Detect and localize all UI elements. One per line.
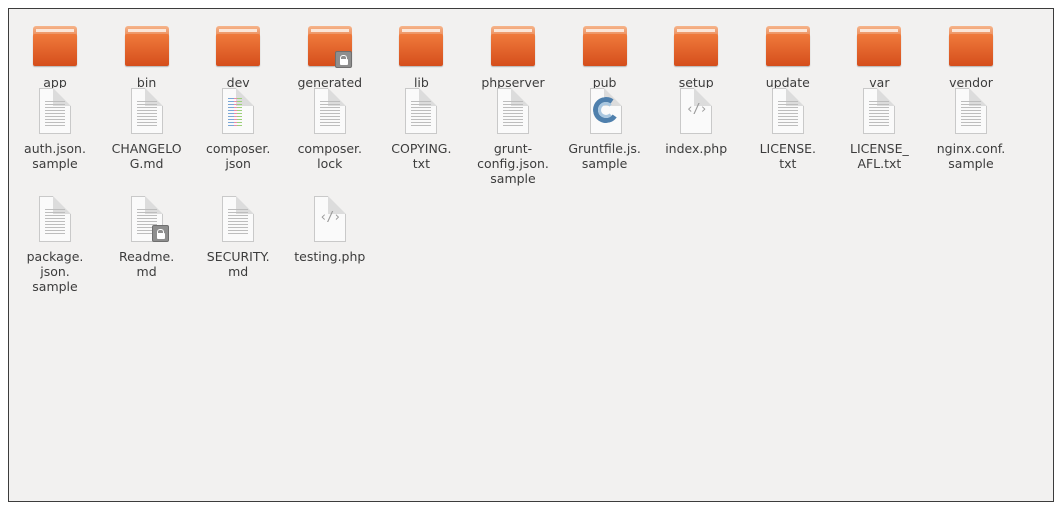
file-item-update[interactable]: update [742, 21, 834, 90]
file-name-label: composer. json [205, 141, 271, 171]
file-item-auth-json-sample[interactable]: auth.json. sample [9, 87, 101, 171]
file-item-index-php[interactable]: ‹/› index.php [650, 87, 742, 156]
text-file-icon [123, 195, 171, 243]
code-file-icon: ‹/› [672, 87, 720, 135]
text-file-icon [31, 87, 79, 135]
file-item-gruntfile-js-sample[interactable]: Gruntfile.js. sample [559, 87, 651, 171]
file-item-testing-php[interactable]: ‹/› testing.php [284, 195, 376, 264]
file-browser-view: app bin dev generated lib phpserver pub setup up… [8, 8, 1054, 502]
lock-icon [334, 51, 352, 68]
file-name-label: index.php [665, 141, 728, 156]
file-item-app[interactable]: app [9, 21, 101, 90]
file-item-package-json-sample[interactable]: package. json. sample [9, 195, 101, 294]
file-item-changelo-g-md[interactable]: CHANGELO G.md [101, 87, 193, 171]
file-name-label: COPYING. txt [391, 141, 452, 171]
file-item-var[interactable]: var [833, 21, 925, 90]
folder-icon [581, 21, 629, 69]
text-file-icon [31, 195, 79, 243]
file-item-grunt-config-json-sample[interactable]: grunt- config.json. sample [467, 87, 559, 186]
folder-icon [214, 21, 262, 69]
file-name-label: nginx.conf. sample [936, 141, 1006, 171]
file-name-label: LICENSE. txt [759, 141, 817, 171]
file-item-dev[interactable]: dev [192, 21, 284, 90]
folder-icon [31, 21, 79, 69]
file-name-label: CHANGELO G.md [111, 141, 182, 171]
text-file-icon [123, 87, 171, 135]
file-name-label: package. json. sample [26, 249, 84, 294]
folder-icon [306, 21, 354, 69]
folder-icon [764, 21, 812, 69]
text-file-icon [306, 87, 354, 135]
folder-icon [947, 21, 995, 69]
folder-icon [855, 21, 903, 69]
file-item-composer-lock[interactable]: composer. lock [284, 87, 376, 171]
code-file-icon: ‹/› [306, 195, 354, 243]
text-file-icon [397, 87, 445, 135]
file-item-pub[interactable]: pub [559, 21, 651, 90]
folder-icon [489, 21, 537, 69]
file-item-generated[interactable]: generated [284, 21, 376, 90]
file-item-license-txt[interactable]: LICENSE. txt [742, 87, 834, 171]
text-file-icon [489, 87, 537, 135]
file-item-phpserver[interactable]: phpserver [467, 21, 559, 90]
text-file-icon [764, 87, 812, 135]
file-name-label: SECURITY. md [206, 249, 270, 279]
file-name-label: grunt- config.json. sample [477, 141, 549, 186]
folder-icon [123, 21, 171, 69]
json-file-icon [214, 87, 262, 135]
file-item-license-afl-txt[interactable]: LICENSE_ AFL.txt [833, 87, 925, 171]
file-item-readme-md[interactable]: Readme. md [101, 195, 193, 279]
grunt-file-icon [581, 87, 629, 135]
file-name-label: Readme. md [118, 249, 175, 279]
text-file-icon [855, 87, 903, 135]
file-item-bin[interactable]: bin [101, 21, 193, 90]
text-file-icon [214, 195, 262, 243]
file-item-security-md[interactable]: SECURITY. md [192, 195, 284, 279]
file-name-label: testing.php [294, 249, 366, 264]
file-item-copying-txt[interactable]: COPYING. txt [375, 87, 467, 171]
text-file-icon [947, 87, 995, 135]
file-item-lib[interactable]: lib [375, 21, 467, 90]
file-item-vendor[interactable]: vendor [925, 21, 1017, 90]
file-item-nginx-conf-sample[interactable]: nginx.conf. sample [925, 87, 1017, 171]
file-item-setup[interactable]: setup [650, 21, 742, 90]
file-name-label: Gruntfile.js. sample [568, 141, 641, 171]
file-name-label: LICENSE_ AFL.txt [850, 141, 909, 171]
lock-icon [151, 225, 169, 242]
file-item-composer-json[interactable]: composer. json [192, 87, 284, 171]
folder-icon [397, 21, 445, 69]
file-name-label: auth.json. sample [24, 141, 86, 171]
file-name-label: composer. lock [297, 141, 363, 171]
folder-icon [672, 21, 720, 69]
